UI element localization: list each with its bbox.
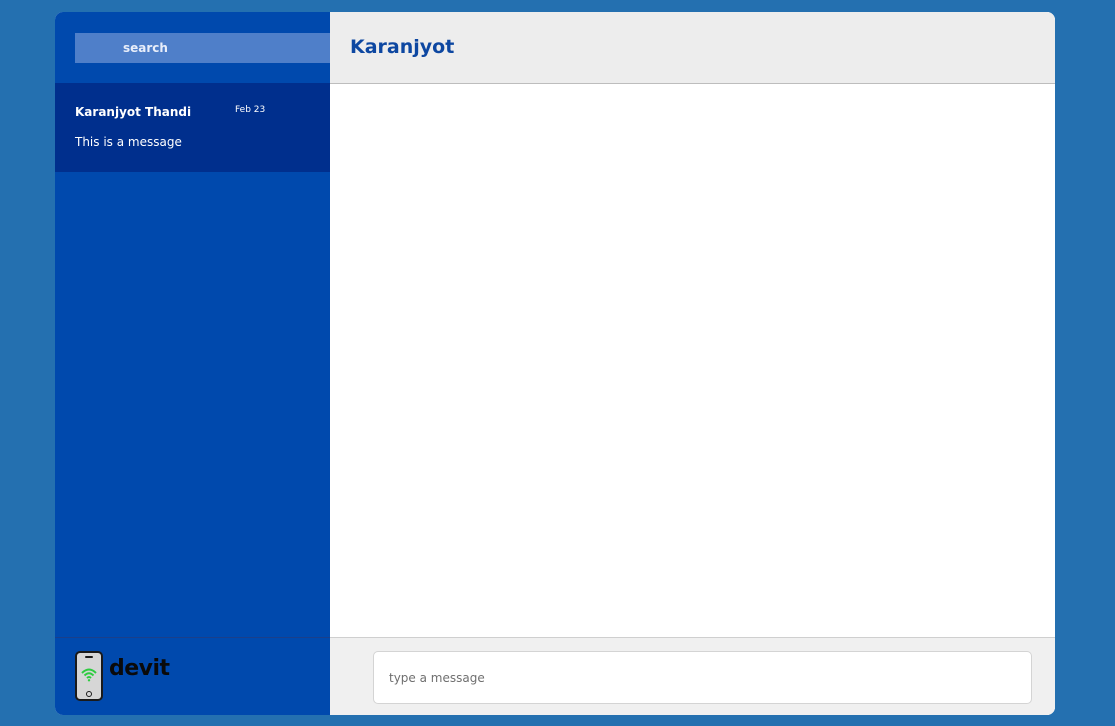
chat-header: Karanjyot: [330, 12, 1055, 84]
chat-title: Karanjyot: [350, 36, 455, 58]
message-composer: [330, 637, 1055, 715]
conversation-item[interactable]: Karanjyot Thandi Feb 23 This is a messag…: [55, 83, 330, 172]
search-input[interactable]: [75, 33, 330, 63]
conversation-name: Karanjyot Thandi: [75, 105, 192, 119]
phone-wifi-icon: [75, 651, 103, 701]
brand-name: devit: [109, 656, 170, 681]
chat-panel: Karanjyot: [330, 12, 1055, 715]
sidebar: Karanjyot Thandi Feb 23 This is a messag…: [55, 12, 330, 715]
search-bar: [55, 12, 330, 83]
message-list[interactable]: [330, 84, 1055, 637]
conversation-date: Feb 23: [235, 105, 266, 115]
conversation-preview: This is a message: [75, 135, 182, 149]
message-input[interactable]: [373, 651, 1032, 704]
chat-app-window: Karanjyot Thandi Feb 23 This is a messag…: [55, 12, 1055, 715]
brand-footer: devit: [55, 637, 330, 715]
